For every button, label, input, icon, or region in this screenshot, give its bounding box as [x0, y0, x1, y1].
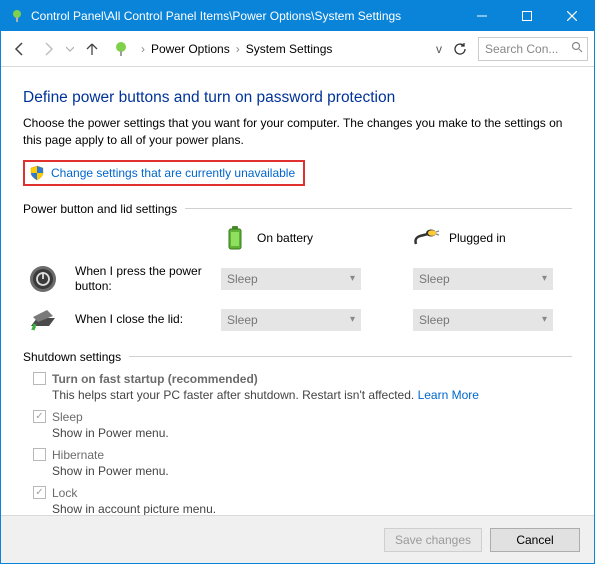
- change-settings-link[interactable]: Change settings that are currently unava…: [51, 166, 295, 180]
- shutdown-lock: ✓ Lock Show in account picture menu.: [33, 486, 572, 515]
- shutdown-list: Turn on fast startup (recommended) This …: [33, 372, 572, 515]
- shutdown-sleep: ✓ Sleep Show in Power menu.: [33, 410, 572, 440]
- window-frame: Control Panel\All Control Panel Items\Po…: [0, 0, 595, 564]
- section-power-button-lid: Power button and lid settings: [23, 202, 572, 216]
- forward-button[interactable]: [35, 36, 61, 62]
- maximize-button[interactable]: [504, 1, 549, 31]
- navbar: › Power Options › System Settings v: [1, 31, 594, 67]
- window-title: Control Panel\All Control Panel Items\Po…: [31, 9, 459, 23]
- breadcrumb[interactable]: › Power Options › System Settings v: [137, 37, 446, 61]
- divider: [185, 208, 572, 209]
- learn-more-link[interactable]: Learn More: [418, 388, 479, 402]
- item-description: This helps start your PC faster after sh…: [52, 388, 572, 402]
- content-area: Define power buttons and turn on passwor…: [1, 67, 594, 515]
- cancel-button[interactable]: Cancel: [490, 528, 580, 552]
- close-button[interactable]: [549, 1, 594, 31]
- app-icon: [9, 8, 25, 24]
- power-grid: On battery Plugged in When I press the p…: [29, 224, 572, 334]
- minimize-button[interactable]: [459, 1, 504, 31]
- checkbox-label: Hibernate: [52, 448, 104, 462]
- checkbox-hibernate[interactable]: [33, 448, 46, 461]
- section-shutdown-settings: Shutdown settings: [23, 350, 572, 364]
- select-value: Sleep: [419, 313, 450, 327]
- checkbox-sleep[interactable]: ✓: [33, 410, 46, 423]
- column-plugged-in: Plugged in: [413, 224, 563, 252]
- item-description: Show in account picture menu.: [52, 502, 572, 515]
- power-button-plugged-select[interactable]: Sleep ▾: [413, 268, 553, 290]
- power-button-icon: [29, 265, 57, 293]
- location-icon: [111, 39, 131, 59]
- battery-icon: [221, 224, 249, 252]
- column-label: On battery: [257, 231, 313, 245]
- back-button[interactable]: [7, 36, 33, 62]
- chevron-down-icon: ▾: [542, 314, 547, 325]
- checkbox-lock[interactable]: ✓: [33, 486, 46, 499]
- crumb-system-settings[interactable]: System Settings: [244, 42, 335, 56]
- chevron-down-icon: ▾: [350, 314, 355, 325]
- window-controls: [459, 1, 594, 31]
- chevron-right-icon: ›: [141, 42, 145, 56]
- row-power-button-label: When I press the power button:: [75, 264, 215, 294]
- recent-dropdown[interactable]: [63, 36, 77, 62]
- select-value: Sleep: [227, 313, 258, 327]
- change-settings-link-highlighted[interactable]: Change settings that are currently unava…: [23, 160, 305, 186]
- save-changes-button[interactable]: Save changes: [384, 528, 482, 552]
- select-value: Sleep: [419, 272, 450, 286]
- search-icon: [571, 41, 583, 56]
- chevron-down-icon: ▾: [350, 273, 355, 284]
- search-input[interactable]: [483, 41, 567, 57]
- checkbox-label: Turn on fast startup (recommended): [52, 372, 258, 386]
- titlebar: Control Panel\All Control Panel Items\Po…: [1, 1, 594, 31]
- plug-icon: [413, 224, 441, 252]
- chevron-down-icon[interactable]: v: [430, 42, 442, 56]
- select-value: Sleep: [227, 272, 258, 286]
- column-on-battery: On battery: [221, 224, 381, 252]
- shutdown-fast-startup: Turn on fast startup (recommended) This …: [33, 372, 572, 402]
- section-label: Power button and lid settings: [23, 202, 177, 216]
- column-label: Plugged in: [449, 231, 506, 245]
- up-button[interactable]: [79, 36, 105, 62]
- checkbox-label: Sleep: [52, 410, 83, 424]
- power-button-battery-select[interactable]: Sleep ▾: [221, 268, 361, 290]
- section-label: Shutdown settings: [23, 350, 121, 364]
- shield-icon: [29, 165, 45, 181]
- close-lid-plugged-select[interactable]: Sleep ▾: [413, 309, 553, 331]
- divider: [129, 356, 572, 357]
- checkbox-fast-startup[interactable]: [33, 372, 46, 385]
- item-description: Show in Power menu.: [52, 464, 572, 478]
- lid-icon: [29, 306, 57, 334]
- checkbox-label: Lock: [52, 486, 77, 500]
- search-box[interactable]: [478, 37, 588, 61]
- item-description: Show in Power menu.: [52, 426, 572, 440]
- close-lid-battery-select[interactable]: Sleep ▾: [221, 309, 361, 331]
- chevron-right-icon: ›: [236, 42, 240, 56]
- shutdown-hibernate: Hibernate Show in Power menu.: [33, 448, 572, 478]
- footer: Save changes Cancel: [1, 515, 594, 563]
- refresh-button[interactable]: [448, 37, 472, 61]
- row-close-lid-label: When I close the lid:: [75, 312, 215, 327]
- chevron-down-icon: ▾: [542, 273, 547, 284]
- page-title: Define power buttons and turn on passwor…: [23, 89, 572, 107]
- page-intro: Choose the power settings that you want …: [23, 115, 572, 150]
- crumb-power-options[interactable]: Power Options: [149, 42, 232, 56]
